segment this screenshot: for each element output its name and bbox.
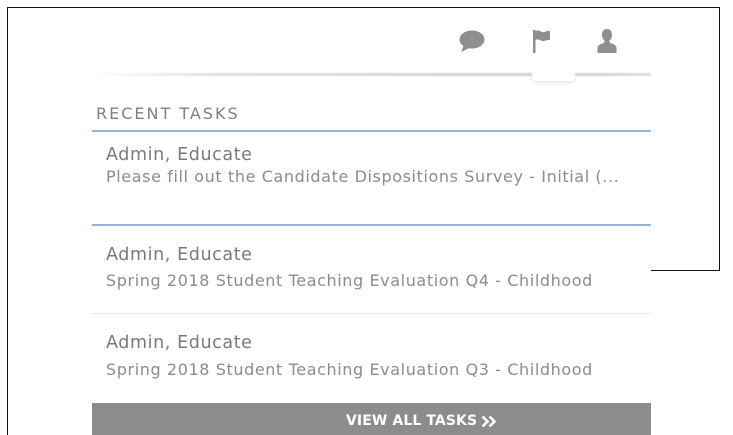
user-icon[interactable] — [597, 28, 617, 53]
task-assignee: Admin, Educate — [106, 145, 253, 165]
view-all-tasks-label: VIEW ALL TASKS — [346, 413, 478, 429]
view-all-tasks-content: VIEW ALL TASKS — [346, 413, 497, 429]
task-assignee: Admin, Educate — [106, 333, 253, 353]
header-shadow — [92, 73, 532, 76]
task-item[interactable]: Admin, Educate Spring 2018 Student Teach… — [92, 226, 651, 313]
double-chevron-right-icon — [481, 415, 497, 427]
view-all-tasks-button[interactable]: VIEW ALL TASKS — [92, 403, 651, 435]
header-shadow — [575, 73, 651, 76]
task-item[interactable]: Admin, Educate Spring 2018 Student Teach… — [92, 314, 651, 403]
table-border-left — [7, 7, 8, 435]
table-cell-border — [651, 270, 720, 271]
table-border-right — [719, 7, 720, 271]
chat-bubble-icon[interactable] — [459, 30, 485, 52]
header-dropdown-pointer — [532, 72, 575, 81]
task-title: Please fill out the Candidate Dispositio… — [106, 167, 620, 186]
recent-tasks-panel: RECENT TASKS Admin, Educate Please fill … — [92, 8, 651, 435]
task-title: Spring 2018 Student Teaching Evaluation … — [106, 271, 593, 290]
flag-icon[interactable] — [532, 29, 551, 53]
task-item[interactable]: Admin, Educate Please fill out the Candi… — [92, 132, 651, 224]
task-assignee: Admin, Educate — [106, 245, 253, 265]
recent-tasks-title: RECENT TASKS — [96, 104, 240, 123]
task-title: Spring 2018 Student Teaching Evaluation … — [106, 360, 593, 379]
